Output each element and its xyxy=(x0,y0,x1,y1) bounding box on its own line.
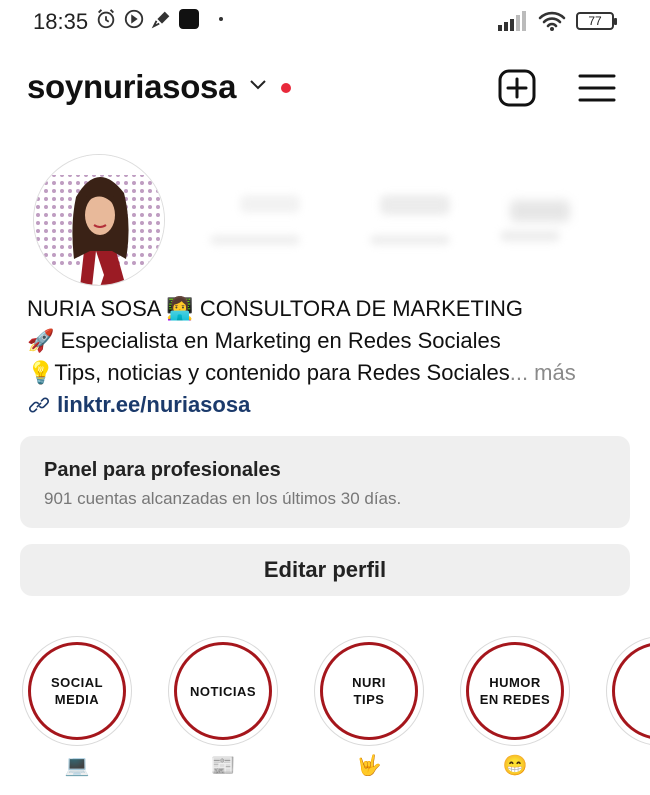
highlight-social-media[interactable]: SOCIAL MEDIA 💻 xyxy=(22,636,136,778)
highlight-label: 📰 xyxy=(210,755,236,777)
highlight-label: 😁 xyxy=(502,755,528,777)
highlight-cover: LIL xyxy=(612,642,650,740)
chevron-down-icon[interactable] xyxy=(248,78,268,92)
battery-icon: 77 xyxy=(576,12,617,30)
bio-line-specialist: 🚀 Especialista en Marketing en Redes Soc… xyxy=(27,328,501,353)
bio-name: NURIA SOSA 👩‍💻 CONSULTORA DE MARKETING xyxy=(27,296,524,321)
highlight-cover-line: NURI xyxy=(352,675,386,690)
highlight-cover-line: HUMOR xyxy=(489,675,541,690)
highlight-cover-line: EN REDES xyxy=(479,692,551,707)
profile-stats-blurred xyxy=(200,180,590,260)
highlight-label: 🤟 xyxy=(356,755,382,777)
highlight-label: 💻 xyxy=(64,755,90,777)
highlight-partial[interactable]: LIL xyxy=(606,636,650,746)
highlight-cover: NURI TIPS xyxy=(320,642,418,740)
bio-link-row[interactable]: linktr.ee/nuriasosa xyxy=(27,389,627,421)
profile-avatar[interactable] xyxy=(33,154,165,286)
highlight-cover: NOTICIAS xyxy=(174,642,272,740)
notification-dot xyxy=(281,83,291,93)
highlight-ring: NURI TIPS xyxy=(314,636,424,746)
profile-bio: NURIA SOSA 👩‍💻 CONSULTORA DE MARKETING 🚀… xyxy=(27,293,627,421)
highlight-ring: NOTICIAS xyxy=(168,636,278,746)
dashboard-subtitle: 901 cuentas alcanzadas en los últimos 30… xyxy=(44,489,402,508)
signal-icon xyxy=(498,11,526,31)
highlight-ring: HUMOR EN REDES xyxy=(460,636,570,746)
wifi-icon xyxy=(538,11,566,31)
status-notification-icons xyxy=(95,8,223,30)
highlight-cover: SOCIAL MEDIA xyxy=(28,642,126,740)
link-icon xyxy=(28,397,50,413)
highlight-cover-line: SOCIAL xyxy=(50,675,104,690)
app-notification-icon xyxy=(179,9,199,29)
profile-header: soynuriasosa xyxy=(0,60,650,116)
highlight-humor-en-redes[interactable]: HUMOR EN REDES 😁 xyxy=(460,636,574,778)
bio-more-link[interactable]: ... más xyxy=(510,360,576,385)
avatar-photo xyxy=(34,155,164,285)
create-post-icon[interactable] xyxy=(497,68,537,108)
highlight-cover-line: NOTICIAS xyxy=(189,683,257,699)
dashboard-title: Panel para profesionales xyxy=(44,459,281,481)
bio-tips-text: 💡Tips, noticias y contenido para Redes S… xyxy=(27,360,510,385)
status-right: 77 xyxy=(498,10,617,32)
edit-profile-button[interactable]: Editar perfil xyxy=(20,544,630,596)
microphone-icon xyxy=(151,11,170,29)
bio-website-link[interactable]: linktr.ee/nuriasosa xyxy=(57,392,250,417)
highlight-cover-line: TIPS xyxy=(353,692,385,707)
highlight-cover-line: MEDIA xyxy=(54,692,100,707)
username-switcher[interactable]: soynuriasosa xyxy=(27,68,236,106)
status-time: 18:35 xyxy=(33,9,89,34)
highlight-ring: SOCIAL MEDIA xyxy=(22,636,132,746)
highlight-noticias[interactable]: NOTICIAS 📰 xyxy=(168,636,282,778)
status-bar: 18:35 77 xyxy=(0,0,650,44)
highlight-ring: LIL xyxy=(606,636,650,746)
navigation-icon xyxy=(124,9,144,29)
alarm-icon xyxy=(97,9,115,29)
menu-icon[interactable] xyxy=(577,68,617,108)
highlight-nuri-tips[interactable]: NURI TIPS 🤟 xyxy=(314,636,428,778)
professional-dashboard-card[interactable]: Panel para profesionales 901 cuentas alc… xyxy=(20,436,630,528)
bio-line-tips: 💡Tips, noticias y contenido para Redes S… xyxy=(27,357,627,389)
highlight-cover: HUMOR EN REDES xyxy=(466,642,564,740)
more-notifications-icon xyxy=(219,17,223,21)
